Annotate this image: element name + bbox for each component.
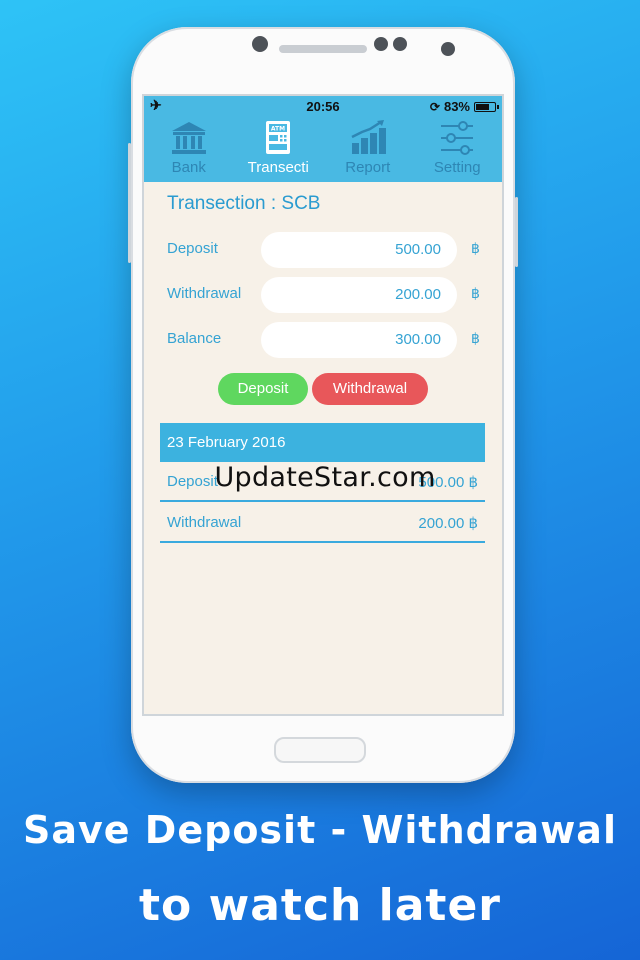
balance-label: Balance xyxy=(167,330,222,347)
caption-line-1: Save Deposit - Withdrawal xyxy=(23,808,617,852)
withdrawal-row: Withdrawal 200.00 ฿ xyxy=(167,277,487,313)
transaction-type: Withdrawal xyxy=(167,514,242,531)
sensor-icon xyxy=(374,37,388,51)
tab-label: Transecti xyxy=(247,159,309,176)
sliders-icon xyxy=(441,121,474,155)
front-camera-icon xyxy=(252,36,268,52)
list-item[interactable]: Withdrawal 200.00 ฿ xyxy=(160,503,485,543)
withdrawal-field[interactable]: 200.00 xyxy=(261,277,457,313)
deposit-row: Deposit 500.00 ฿ xyxy=(167,232,487,268)
tab-transection[interactable]: ATM Transecti xyxy=(234,116,324,182)
speaker-grille xyxy=(279,45,367,53)
status-bar: ✈ 20:56 ⟳ 83% xyxy=(144,96,502,116)
bar-chart-icon xyxy=(351,120,386,154)
atm-icon: ATM xyxy=(266,121,291,154)
tab-setting[interactable]: Setting xyxy=(413,116,503,182)
tab-bar: Bank ATM Transecti Report Setting xyxy=(144,116,502,182)
withdrawal-button[interactable]: Withdrawal xyxy=(312,373,428,405)
page-title: Transection : SCB xyxy=(167,193,321,214)
phone-frame: ✈ 20:56 ⟳ 83% Bank ATM Transecti Report … xyxy=(128,27,518,783)
watermark: UpdateStar.com xyxy=(214,462,436,493)
battery-icon xyxy=(474,101,499,112)
tab-bank[interactable]: Bank xyxy=(144,116,234,182)
bank-icon xyxy=(171,122,206,154)
currency-symbol: ฿ xyxy=(471,240,480,256)
volume-button xyxy=(128,143,131,263)
power-button xyxy=(515,197,518,267)
tab-report[interactable]: Report xyxy=(323,116,413,182)
caption-line-2: to watch later xyxy=(138,880,502,931)
balance-row: Balance 300.00 ฿ xyxy=(167,322,487,358)
withdrawal-label: Withdrawal xyxy=(167,285,242,302)
balance-field[interactable]: 300.00 xyxy=(261,322,457,358)
deposit-label: Deposit xyxy=(167,240,218,257)
history-date-header: 23 February 2016 xyxy=(160,423,485,462)
home-button[interactable] xyxy=(274,737,366,763)
currency-symbol: ฿ xyxy=(471,330,480,346)
app-screen: ✈ 20:56 ⟳ 83% Bank ATM Transecti Report … xyxy=(142,94,504,716)
tab-label: Setting xyxy=(433,159,481,176)
deposit-field[interactable]: 500.00 xyxy=(261,232,457,268)
currency-symbol: ฿ xyxy=(471,285,480,301)
sensor-icon xyxy=(393,37,407,51)
battery-percent: 83% xyxy=(443,99,470,114)
rotation-lock-icon: ⟳ xyxy=(429,99,440,114)
svg-text:ATM: ATM xyxy=(271,126,285,133)
deposit-button[interactable]: Deposit xyxy=(218,373,308,405)
tab-label: Report xyxy=(345,159,391,176)
sensor-icon xyxy=(441,42,455,56)
transaction-amount: 200.00 ฿ xyxy=(418,515,478,532)
tab-label: Bank xyxy=(171,159,206,176)
